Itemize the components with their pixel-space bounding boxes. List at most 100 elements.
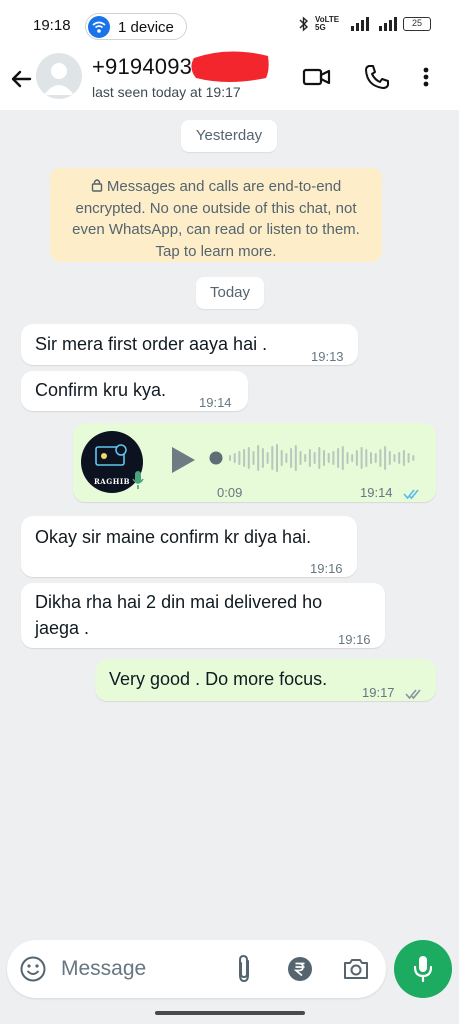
waveform-bar bbox=[365, 449, 368, 467]
waveform-bar bbox=[402, 450, 405, 466]
message-bubble-incoming[interactable]: Dikha rha hai 2 din mai delivered ho jae… bbox=[21, 583, 385, 648]
encryption-notice[interactable]: Messages and calls are end-to-end encryp… bbox=[50, 168, 382, 262]
message-text: Sir mera first order aaya hai . bbox=[35, 334, 268, 354]
waveform-bar bbox=[257, 445, 260, 471]
waveform-bar bbox=[323, 450, 325, 466]
waveform-bar bbox=[247, 447, 250, 469]
battery-icon: 25 bbox=[403, 17, 431, 31]
read-ticks-icon bbox=[403, 482, 423, 500]
redaction-mark bbox=[188, 48, 272, 84]
waveform-bar bbox=[318, 447, 321, 469]
message-text: Confirm kru kya. bbox=[35, 380, 167, 400]
waveform-bar bbox=[294, 445, 297, 471]
waveform-bar bbox=[332, 451, 335, 465]
waveform-bar bbox=[388, 451, 391, 465]
waveform-bar bbox=[341, 446, 344, 470]
waveform-bar bbox=[229, 455, 231, 461]
home-indicator[interactable] bbox=[155, 1011, 305, 1015]
message-time: 19:17 bbox=[362, 685, 395, 700]
message-bubble-outgoing[interactable]: Very good . Do more focus. 19:17 bbox=[95, 659, 436, 701]
video-call-icon[interactable] bbox=[302, 62, 332, 92]
waveform-bar bbox=[374, 453, 377, 463]
chat-area[interactable]: Yesterday Messages and calls are end-to-… bbox=[0, 110, 459, 930]
play-icon[interactable] bbox=[169, 445, 197, 475]
encryption-notice-line-1: Messages and calls are end-to-end bbox=[60, 176, 372, 198]
status-bar: 19:18 1 device VoLTE 5G 25 bbox=[0, 0, 459, 48]
message-time: 19:16 bbox=[310, 561, 343, 576]
contact-name[interactable]: +9194093 bbox=[92, 54, 192, 80]
waveform-bar bbox=[351, 454, 354, 462]
voice-mic-icon bbox=[131, 469, 145, 491]
signal-icon bbox=[351, 17, 369, 31]
encryption-notice-line-3: even WhatsApp, can read or listen to the… bbox=[72, 221, 360, 238]
message-time: 19:13 bbox=[311, 349, 344, 364]
waveform-bar bbox=[233, 453, 236, 463]
waveform-bar bbox=[238, 451, 241, 465]
waveform-bar bbox=[384, 446, 387, 470]
message-text-line-2: jaega . bbox=[35, 618, 90, 638]
date-chip-today: Today bbox=[196, 277, 264, 309]
waveform-bar bbox=[393, 454, 396, 462]
waveform-bar bbox=[280, 450, 283, 466]
waveform-bar bbox=[276, 444, 278, 472]
message-bubble-incoming[interactable]: Okay sir maine confirm kr diya hai. 19:1… bbox=[21, 516, 357, 577]
more-options-icon[interactable] bbox=[416, 62, 436, 92]
status-icons: VoLTE 5G 25 bbox=[299, 15, 431, 33]
message-input[interactable] bbox=[61, 954, 221, 984]
waveform-bar bbox=[266, 452, 269, 464]
waveform-bar bbox=[285, 453, 288, 463]
waveform-bar bbox=[370, 452, 372, 464]
contact-avatar[interactable] bbox=[36, 53, 82, 99]
encryption-notice-line-2: encrypted. No one outside of this chat, … bbox=[75, 199, 357, 217]
waveform-bar bbox=[379, 449, 382, 467]
waveform-bar bbox=[243, 449, 246, 467]
chat-header: +9194093 last seen today at 19:17 bbox=[0, 48, 459, 110]
message-text-line-1: Dikha rha hai 2 din mai delivered ho bbox=[35, 592, 323, 612]
waveform-bar bbox=[304, 454, 307, 462]
back-arrow-icon[interactable] bbox=[6, 64, 36, 94]
camera-icon[interactable] bbox=[342, 956, 370, 982]
mic-icon bbox=[411, 954, 435, 984]
device-pill-label: 1 device bbox=[118, 19, 174, 36]
waveform-bar bbox=[412, 455, 415, 461]
waveform-bar bbox=[308, 449, 311, 467]
voice-waveform[interactable] bbox=[207, 440, 419, 476]
waveform-bar bbox=[313, 452, 316, 464]
waveform-bar bbox=[355, 450, 358, 466]
date-chip-yesterday: Yesterday bbox=[181, 120, 277, 152]
message-text: Okay sir maine confirm kr diya hai. bbox=[35, 527, 312, 547]
message-composer bbox=[7, 940, 386, 998]
waveform-bar bbox=[337, 448, 340, 468]
bluetooth-icon bbox=[299, 16, 309, 32]
message-bubble-incoming[interactable]: Sir mera first order aaya hai . 19:13 bbox=[21, 324, 358, 365]
device-pill[interactable]: 1 device bbox=[85, 13, 187, 40]
message-time: 19:14 bbox=[360, 485, 393, 500]
waveform-bar bbox=[407, 453, 410, 463]
attach-icon[interactable] bbox=[233, 954, 255, 984]
waveform-bar bbox=[261, 448, 264, 468]
last-seen-status: last seen today at 19:17 bbox=[92, 84, 241, 100]
wifi-device-icon bbox=[88, 16, 110, 38]
waveform-bar bbox=[360, 447, 363, 469]
waveform-bar bbox=[271, 446, 274, 470]
rupee-icon[interactable] bbox=[287, 956, 313, 982]
voice-duration: 0:09 bbox=[217, 485, 243, 500]
network-label: VoLTE 5G bbox=[315, 15, 340, 32]
voice-progress-dot bbox=[209, 451, 223, 465]
waveform-bar bbox=[290, 448, 293, 468]
signal-icon-2 bbox=[379, 17, 397, 31]
waveform-bar bbox=[398, 452, 401, 464]
waveform-bar bbox=[327, 453, 330, 463]
waveform-bar bbox=[252, 451, 255, 465]
message-text: Very good . Do more focus. bbox=[109, 669, 328, 689]
voice-message-bubble[interactable]: RAGHIB 0:09 19:14 bbox=[73, 423, 436, 502]
voice-call-icon[interactable] bbox=[362, 62, 392, 92]
waveform-bar bbox=[346, 452, 349, 464]
emoji-icon[interactable] bbox=[19, 955, 47, 983]
mic-button[interactable] bbox=[394, 940, 452, 998]
message-time: 19:14 bbox=[199, 395, 232, 410]
waveform-bar bbox=[299, 451, 302, 465]
message-bubble-incoming[interactable]: Confirm kru kya. 19:14 bbox=[21, 371, 248, 411]
delivered-ticks-icon bbox=[405, 682, 425, 700]
lock-icon bbox=[91, 177, 103, 192]
